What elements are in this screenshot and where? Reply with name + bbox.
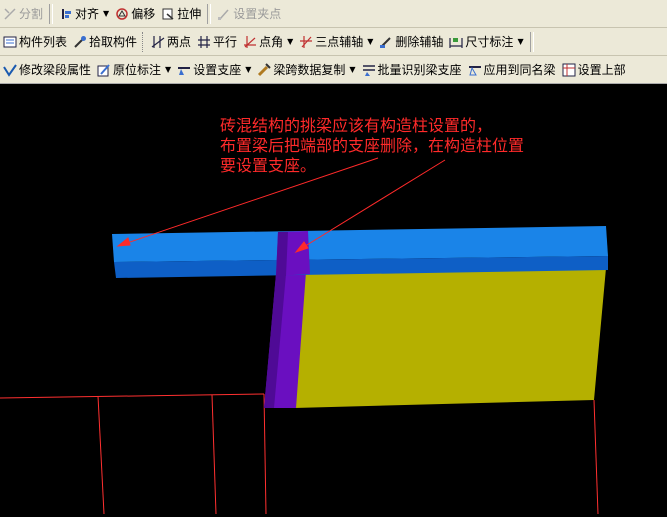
align-label: 对齐 xyxy=(75,7,100,21)
beam-toolbar: 修改梁段属性 原位标注 ▼ 设置支座 ▼ 梁跨数据复制 ▼ 批量识别梁支座 应用… xyxy=(0,56,667,84)
toolbar-grip[interactable] xyxy=(142,31,146,52)
copy-span-data-button[interactable]: 梁跨数据复制 ▼ xyxy=(254,59,358,81)
drawing-canvas[interactable]: 砖混结构的挑梁应该有构造柱设置的， 布置梁后把端部的支座删除，在构造柱位置 要设… xyxy=(0,84,667,515)
batch-identify-support-button[interactable]: 批量识别梁支座 xyxy=(359,59,465,81)
dimension-button[interactable]: 尺寸标注 ▼ xyxy=(446,31,526,53)
list-icon xyxy=(3,36,17,47)
chevron-down-icon: ▼ xyxy=(517,37,524,46)
align-button[interactable]: 对齐 ▼ xyxy=(56,3,112,25)
annotation-text-line1: 砖混结构的挑梁应该有构造柱设置的， xyxy=(220,116,493,135)
offset-label: 偏移 xyxy=(131,7,156,21)
eyedropper-icon xyxy=(74,35,87,48)
set-pinch-point-label: 设置夹点 xyxy=(233,7,282,21)
two-points-button[interactable]: 两点 xyxy=(148,31,194,53)
dimension-label: 尺寸标注 xyxy=(465,35,514,49)
set-pinch-point-button[interactable]: 设置夹点 xyxy=(214,3,284,25)
parallel-icon xyxy=(198,35,211,48)
two-points-icon xyxy=(151,35,165,48)
apply-same-name-label: 应用到同名梁 xyxy=(483,63,556,77)
column-top-shade xyxy=(276,232,288,276)
batch-icon xyxy=(362,64,375,76)
parallel-label: 平行 xyxy=(213,35,238,49)
three-point-axis-label: 三点辅轴 xyxy=(315,35,364,49)
grid-line xyxy=(0,393,265,399)
edit-toolbar: 分割 对齐 ▼ 偏移 拉伸 设置夹点 xyxy=(0,0,667,28)
modify-segment-props-label: 修改梁段属性 xyxy=(19,63,92,77)
pencil-icon xyxy=(97,63,110,76)
three-point-axis-icon xyxy=(300,35,313,48)
stretch-icon xyxy=(162,8,174,20)
copy-span-data-label: 梁跨数据复制 xyxy=(273,63,346,77)
set-upper-label: 设置上部 xyxy=(577,63,626,77)
component-list-label: 构件列表 xyxy=(19,35,68,49)
brick-wall[interactable] xyxy=(294,268,606,408)
delete-axis-button[interactable]: 删除辅轴 xyxy=(376,31,446,53)
annotation-text-line3: 要设置支座。 xyxy=(220,156,317,175)
grid-line xyxy=(97,395,105,515)
set-support-button[interactable]: 设置支座 ▼ xyxy=(174,59,254,81)
grid-line xyxy=(263,393,267,515)
modify-segment-props-button[interactable]: 修改梁段属性 xyxy=(0,59,94,81)
split-icon xyxy=(4,7,16,20)
separator xyxy=(49,3,54,24)
check-icon xyxy=(3,63,17,77)
pick-component-label: 拾取构件 xyxy=(89,35,138,49)
point-angle-icon xyxy=(244,35,257,48)
align-icon xyxy=(62,8,72,19)
component-list-button[interactable]: 构件列表 xyxy=(0,31,70,53)
support-icon xyxy=(178,66,191,75)
grid-lines xyxy=(0,393,599,515)
cantilever-beam-top[interactable] xyxy=(112,226,608,262)
grid-icon xyxy=(562,63,576,76)
chevron-down-icon: ▼ xyxy=(287,37,294,46)
apply-same-name-button[interactable]: 应用到同名梁 xyxy=(465,59,559,81)
stretch-label: 拉伸 xyxy=(177,7,202,21)
set-support-label: 设置支座 xyxy=(193,63,242,77)
chevron-down-icon: ▼ xyxy=(367,37,374,46)
dimension-icon xyxy=(449,37,464,48)
separator xyxy=(207,3,212,24)
chevron-down-icon: ▼ xyxy=(165,65,172,74)
grid-line xyxy=(593,399,599,515)
separator xyxy=(529,31,534,52)
chevron-down-icon: ▼ xyxy=(349,65,356,74)
set-upper-button[interactable]: 设置上部 xyxy=(559,59,629,81)
delete-axis-label: 删除辅轴 xyxy=(395,35,444,49)
point-angle-label: 点角 xyxy=(259,35,284,49)
axis-toolbar: 构件列表 拾取构件 两点 平行 点角 ▼ 三点辅轴 ▼ 删除辅轴 尺寸标注 ▼ xyxy=(0,28,667,56)
in-situ-annotation-button[interactable]: 原位标注 ▼ xyxy=(94,59,174,81)
two-points-label: 两点 xyxy=(167,35,192,49)
split-label: 分割 xyxy=(19,7,44,21)
batch-identify-support-label: 批量识别梁支座 xyxy=(377,63,462,77)
parallel-button[interactable]: 平行 xyxy=(194,31,240,53)
stretch-button[interactable]: 拉伸 xyxy=(158,3,204,25)
split-button[interactable]: 分割 xyxy=(0,3,46,25)
pick-component-button[interactable]: 拾取构件 xyxy=(70,31,140,53)
three-point-axis-button[interactable]: 三点辅轴 ▼ xyxy=(296,31,376,53)
annotation-text-line2: 布置梁后把端部的支座删除，在构造柱位置 xyxy=(220,136,525,155)
apply-icon xyxy=(468,65,481,75)
brush-icon xyxy=(258,62,272,76)
eraser-icon xyxy=(380,36,392,48)
pinch-point-icon xyxy=(218,9,229,20)
offset-button[interactable]: 偏移 xyxy=(112,3,158,25)
grid-line xyxy=(211,394,217,515)
point-angle-button[interactable]: 点角 ▼ xyxy=(240,31,296,53)
chevron-down-icon: ▼ xyxy=(103,9,110,18)
offset-icon xyxy=(116,7,128,20)
chevron-down-icon: ▼ xyxy=(245,65,252,74)
in-situ-annotation-label: 原位标注 xyxy=(113,63,162,77)
